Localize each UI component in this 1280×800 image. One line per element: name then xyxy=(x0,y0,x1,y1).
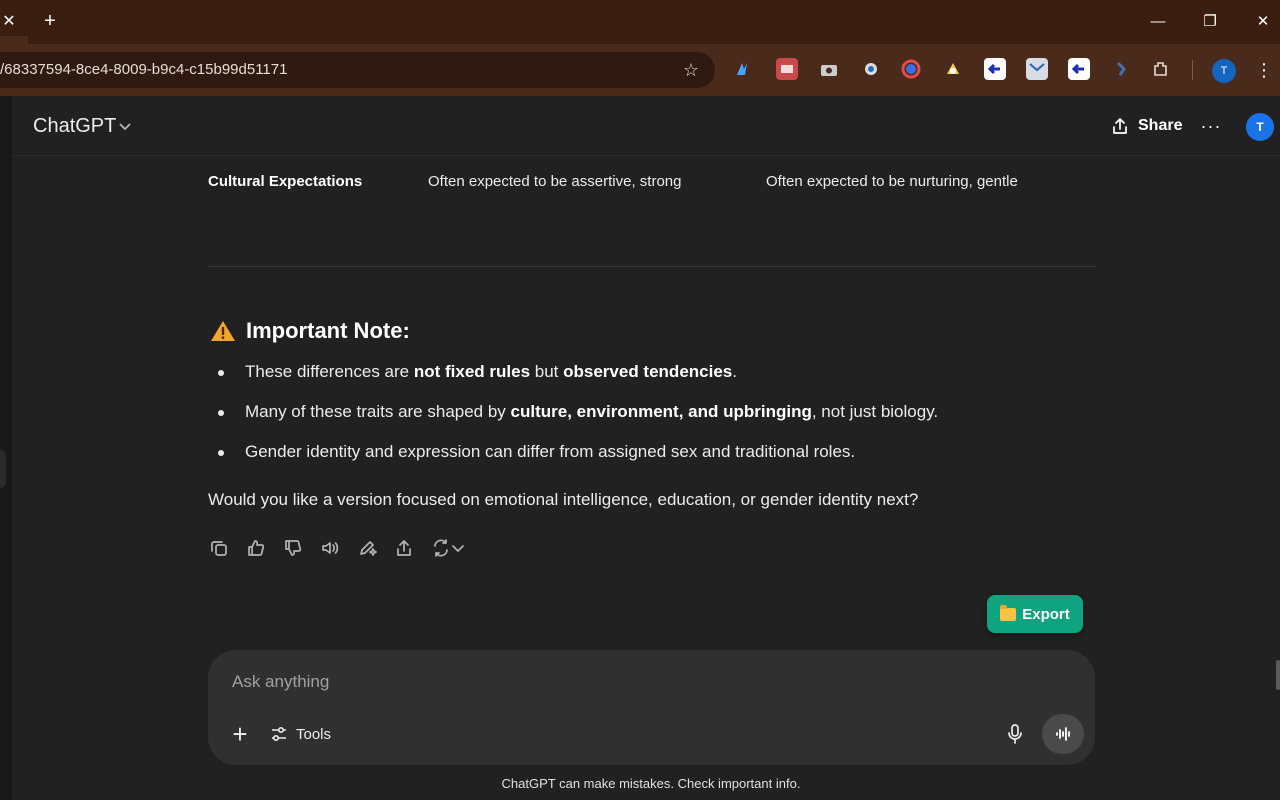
disclaimer: ChatGPT can make mistakes. Check importa… xyxy=(501,776,801,791)
tools-label: Tools xyxy=(296,725,332,743)
chevron-down-icon[interactable] xyxy=(118,96,132,156)
export-button[interactable]: Export xyxy=(987,595,1083,633)
composer: + Tools xyxy=(208,650,1095,765)
extension-camera-icon[interactable] xyxy=(818,58,840,80)
share-message-button[interactable] xyxy=(391,535,417,561)
list-item: Many of these traits are shaped by cultu… xyxy=(208,398,1096,438)
edit-sparkle-icon xyxy=(360,541,377,556)
tools-button[interactable]: Tools xyxy=(270,720,331,748)
sidebar-toggle-handle[interactable] xyxy=(0,450,6,488)
folder-icon xyxy=(1000,604,1017,621)
window-close-button[interactable]: ✕ xyxy=(1243,8,1280,36)
more-options-button[interactable]: ··· xyxy=(1197,110,1225,142)
extension-circle-icon[interactable] xyxy=(860,58,882,80)
chevron-down-icon xyxy=(452,545,464,552)
sliders-icon xyxy=(272,726,286,742)
browser-menu-icon[interactable]: ⋮ xyxy=(1254,56,1274,84)
list-item: Gender identity and expression can diffe… xyxy=(208,438,1096,478)
regenerate-button[interactable] xyxy=(428,535,468,561)
extension-yellow-icon[interactable] xyxy=(942,58,964,80)
thumbs-up-icon xyxy=(248,540,265,556)
active-tab[interactable] xyxy=(0,36,28,44)
microphone-icon xyxy=(1008,724,1022,744)
warning-icon xyxy=(211,321,235,341)
read-aloud-button[interactable] xyxy=(317,535,343,561)
chat-header: ChatGPT Share ··· T xyxy=(12,96,1280,156)
thumbs-up-button[interactable] xyxy=(243,535,269,561)
extension-mail-icon[interactable] xyxy=(1026,58,1048,80)
share-icon xyxy=(1113,118,1127,134)
browser-tab-bar: ✕ + — ❐ ✕ xyxy=(0,0,1280,44)
add-attachment-button[interactable]: + xyxy=(228,720,252,748)
copy-button[interactable] xyxy=(206,535,232,561)
bookmark-star-icon[interactable]: ☆ xyxy=(683,52,699,88)
message-actions xyxy=(206,535,468,561)
scrollbar[interactable] xyxy=(1276,660,1280,690)
extension-arrow-icon-2[interactable] xyxy=(1068,58,1090,80)
upload-icon xyxy=(397,540,411,556)
extension-copilot-icon[interactable] xyxy=(734,58,756,80)
waveform-icon xyxy=(1056,727,1070,741)
prompt-input[interactable] xyxy=(232,666,1032,698)
extension-color-ring-icon[interactable] xyxy=(900,58,922,80)
refresh-icon xyxy=(434,539,448,557)
model-selector[interactable]: ChatGPT xyxy=(33,96,116,156)
table-cell: Often expected to be nurturing, gentle xyxy=(766,173,1018,190)
new-tab-button[interactable]: + xyxy=(38,9,62,33)
note-title: Important Note: xyxy=(246,318,410,343)
toolbar-separator xyxy=(1192,60,1193,80)
speaker-icon xyxy=(322,542,339,554)
share-button[interactable]: Share xyxy=(1102,110,1190,142)
extension-dark-icon[interactable] xyxy=(1110,58,1132,80)
share-label: Share xyxy=(1138,117,1183,134)
extension-red-icon[interactable] xyxy=(776,58,798,80)
browser-toolbar: /68337594-8ce4-8009-b9c4-c15b99d51171 ☆ xyxy=(0,44,1280,96)
dictate-button[interactable] xyxy=(1001,720,1029,748)
minimize-button[interactable]: — xyxy=(1138,8,1178,36)
extension-arrow-icon[interactable] xyxy=(984,58,1006,80)
address-bar[interactable]: /68337594-8ce4-8009-b9c4-c15b99d51171 ☆ xyxy=(0,52,715,88)
thumbs-down-icon xyxy=(285,540,302,556)
tab-close-icon[interactable]: ✕ xyxy=(0,10,18,34)
followup-question: Would you like a version focused on emot… xyxy=(208,490,919,509)
export-label: Export xyxy=(1022,605,1070,623)
note-bullet-list: These differences are not fixed rules bu… xyxy=(208,358,1096,478)
avatar[interactable]: T xyxy=(1246,113,1274,141)
sidebar-collapsed xyxy=(0,96,12,800)
thumbs-down-button[interactable] xyxy=(280,535,306,561)
list-item: These differences are not fixed rules bu… xyxy=(208,358,1096,398)
table-cell-header: Cultural Expectations xyxy=(208,173,363,190)
copy-icon xyxy=(211,541,227,556)
url-text: /68337594-8ce4-8009-b9c4-c15b99d51171 xyxy=(0,61,288,78)
divider xyxy=(208,266,1096,267)
edit-button[interactable] xyxy=(354,535,380,561)
browser-profile-avatar[interactable]: T xyxy=(1212,59,1236,83)
voice-mode-button[interactable] xyxy=(1042,714,1084,754)
note-heading: Important Note: xyxy=(210,314,410,348)
extensions-puzzle-icon[interactable] xyxy=(1150,58,1172,80)
table-cell: Often expected to be assertive, strong xyxy=(428,173,682,190)
restore-button[interactable]: ❐ xyxy=(1190,8,1230,36)
table-row: Cultural Expectations Often expected to … xyxy=(208,170,1096,194)
